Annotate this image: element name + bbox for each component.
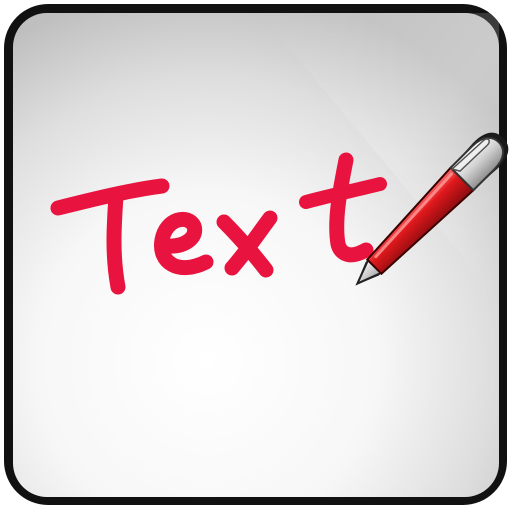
text-app-icon[interactable] — [0, 0, 512, 512]
app-icon — [4, 4, 509, 505]
